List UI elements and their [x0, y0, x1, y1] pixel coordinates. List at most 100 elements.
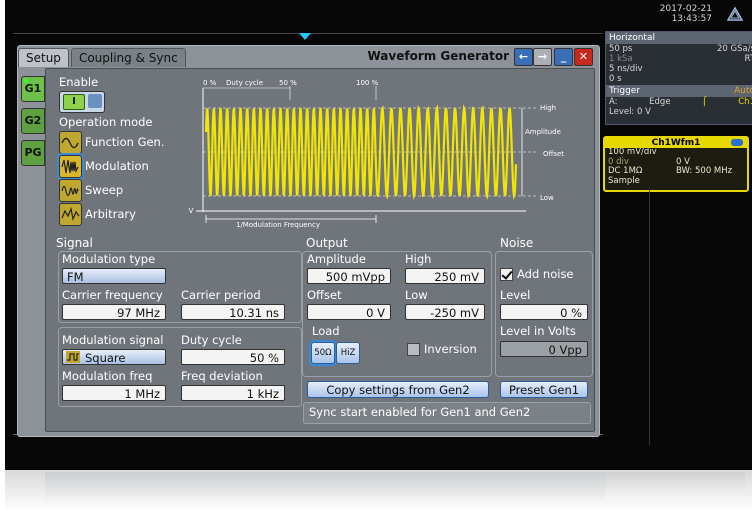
modulation-type-select[interactable]: FM: [62, 268, 166, 284]
signal-section-title: Signal: [56, 236, 93, 250]
zero-v-label: 0 V: [186, 207, 194, 215]
copy-settings-button[interactable]: Copy settings from Gen2: [307, 381, 489, 398]
modulation-freq-label: Modulation freq: [62, 369, 153, 383]
channel-row: Sample: [608, 175, 640, 186]
low-field[interactable]: -250 mV: [405, 304, 485, 320]
arbitrary-icon[interactable]: [59, 203, 82, 226]
channel-toggle-icon[interactable]: [731, 139, 743, 146]
channel-panel[interactable]: Ch1Wfm1 100 mV/div 0 div 0 V DC 1MΩ BW: 50…: [603, 136, 749, 192]
enable-toggle[interactable]: I: [59, 91, 105, 113]
horizontal-row: 5 ns/div: [609, 64, 643, 74]
trigger-level-row: Level: 0 V: [609, 107, 651, 117]
tab-g1[interactable]: G1: [21, 76, 45, 102]
high-field[interactable]: 250 mV: [405, 268, 485, 284]
tab-setup[interactable]: Setup: [18, 48, 69, 67]
load-hiz-button[interactable]: HiZ: [336, 342, 360, 364]
tab-coupling-sync[interactable]: Coupling & Sync: [70, 48, 186, 67]
brand-logo-icon: [726, 6, 744, 21]
back-icon[interactable]: ←: [514, 48, 533, 66]
amplitude-label: Amplitude: [525, 128, 561, 136]
trigger-source-row: A:Edge⌠Ch1: [609, 97, 752, 107]
noise-level-field[interactable]: 0 %: [500, 304, 588, 320]
high-label: High: [540, 104, 556, 112]
noise-level-label: Level: [500, 288, 531, 302]
preset-gen1-button[interactable]: Preset Gen1: [500, 381, 588, 398]
date: 2017-02-21: [659, 4, 712, 14]
operation-mode-label: Operation mode: [59, 115, 153, 129]
sync-status: Sync start enabled for Gen1 and Gen2: [303, 402, 591, 424]
low-label: Low: [405, 288, 428, 302]
horizontal-title: Horizontal: [606, 32, 752, 44]
duty-cycle-field[interactable]: 50 %: [181, 349, 285, 365]
modulation-freq-field[interactable]: 1 MHz: [62, 385, 166, 401]
inversion-label: Inversion: [424, 342, 477, 356]
carrier-period-label: Carrier period: [181, 288, 261, 302]
add-noise-checkbox[interactable]: [500, 268, 513, 281]
modulation-signal-select[interactable]: Square: [62, 349, 166, 365]
trigger-title: Trigger: [609, 86, 641, 96]
horizontal-row: 1 kSaRT: [609, 54, 752, 64]
waveform-generator-dialog: Setup Coupling & Sync Waveform Generator…: [17, 45, 600, 437]
duty-cycle-label: Duty cycle: [226, 79, 263, 87]
carrier-period-field[interactable]: 10.31 ns: [181, 304, 285, 320]
level-in-volts-field: 0 Vpp: [500, 341, 588, 357]
low-label: Low: [540, 194, 554, 202]
dialog-title: Waveform Generator: [367, 49, 509, 63]
horizontal-panel[interactable]: Horizontal 50 ps20 GSa/s 1 kSaRT 5 ns/di…: [605, 31, 752, 125]
trigger-position-marker[interactable]: [299, 33, 311, 40]
load-50ohm-button[interactable]: 50Ω: [311, 342, 335, 364]
freq-deviation-field[interactable]: 1 kHz: [181, 385, 285, 401]
enable-state: I: [63, 94, 85, 110]
add-noise-label: Add noise: [517, 267, 574, 281]
datetime: 2017-02-21 13:43:57: [660, 4, 712, 24]
waveform-diagram: 0 % Duty cycle 50 % 100 % High Amplitude…: [186, 79, 564, 229]
grid-divider: [649, 190, 650, 445]
pct-100-label: 100 %: [356, 79, 379, 87]
mode-modulation[interactable]: Modulation: [85, 159, 149, 173]
inversion-checkbox[interactable]: [407, 343, 420, 356]
noise-section-title: Noise: [500, 236, 534, 250]
tab-pg[interactable]: PG: [21, 140, 45, 166]
amplitude-field[interactable]: 500 mVpp: [307, 268, 391, 284]
trigger-title-bar[interactable]: Trigger Auto: [606, 85, 752, 97]
close-icon[interactable]: ✕: [574, 48, 593, 66]
trigger-mode: Auto: [734, 86, 752, 96]
output-section-title: Output: [306, 236, 348, 250]
sweep-icon[interactable]: [59, 179, 82, 202]
offset-label: Offset: [307, 288, 342, 302]
oscilloscope-screen: 2017-02-21 13:43:57 Horizontal 50 ps 20 G…: [5, 0, 752, 470]
horizontal-row: 0 s: [609, 74, 622, 84]
toggle-off-side: [88, 94, 102, 108]
screen-reflection: [5, 470, 752, 530]
enable-label: Enable: [59, 75, 99, 89]
mode-arbitrary[interactable]: Arbitrary: [85, 207, 136, 221]
pct-50-label: 50 %: [279, 79, 297, 87]
mode-function-gen[interactable]: Function Gen.: [85, 135, 165, 149]
duty-cycle-label: Duty cycle: [181, 333, 242, 347]
time: 13:43:57: [671, 14, 712, 24]
pct-0-label: 0 %: [203, 79, 217, 87]
square-wave-icon: [66, 351, 80, 363]
channel-title: Ch1Wfm1: [605, 138, 747, 148]
edge-icon: ⌠: [702, 97, 707, 107]
modulation-signal-label: Modulation signal: [62, 333, 164, 347]
minimize-icon[interactable]: _: [554, 48, 573, 66]
modulation-type-label: Modulation type: [62, 252, 156, 266]
load-label: Load: [312, 324, 340, 338]
forward-icon[interactable]: →: [533, 48, 552, 66]
period-label: 1/Modulation Frequency: [236, 221, 320, 229]
amplitude-label: Amplitude: [307, 252, 366, 266]
carrier-frequency-label: Carrier frequency: [62, 288, 163, 302]
level-in-volts-label: Level in Volts: [500, 324, 576, 338]
function-gen-icon[interactable]: [59, 131, 82, 154]
mode-sweep[interactable]: Sweep: [85, 183, 123, 197]
modulation-icon[interactable]: [59, 155, 82, 178]
horizontal-row: 50 ps 20 GSa/s: [609, 44, 752, 54]
active-led-icon: [24, 79, 28, 83]
tab-g2[interactable]: G2: [21, 108, 45, 134]
high-label: High: [405, 252, 432, 266]
carrier-frequency-field[interactable]: 97 MHz: [62, 304, 166, 320]
freq-deviation-label: Freq deviation: [181, 369, 263, 383]
offset-field[interactable]: 0 V: [307, 304, 391, 320]
offset-label: Offset: [543, 150, 564, 158]
